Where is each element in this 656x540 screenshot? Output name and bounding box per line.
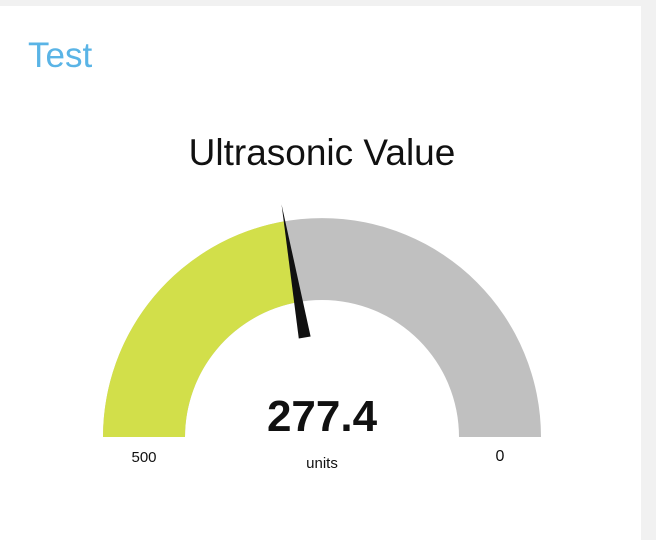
gauge-unit: units — [306, 455, 338, 472]
gauge-scale-right-label: 0 — [495, 448, 505, 465]
gauge-scale-left-label: 500 — [131, 449, 157, 466]
gauge-value: 277.4 — [266, 392, 378, 441]
